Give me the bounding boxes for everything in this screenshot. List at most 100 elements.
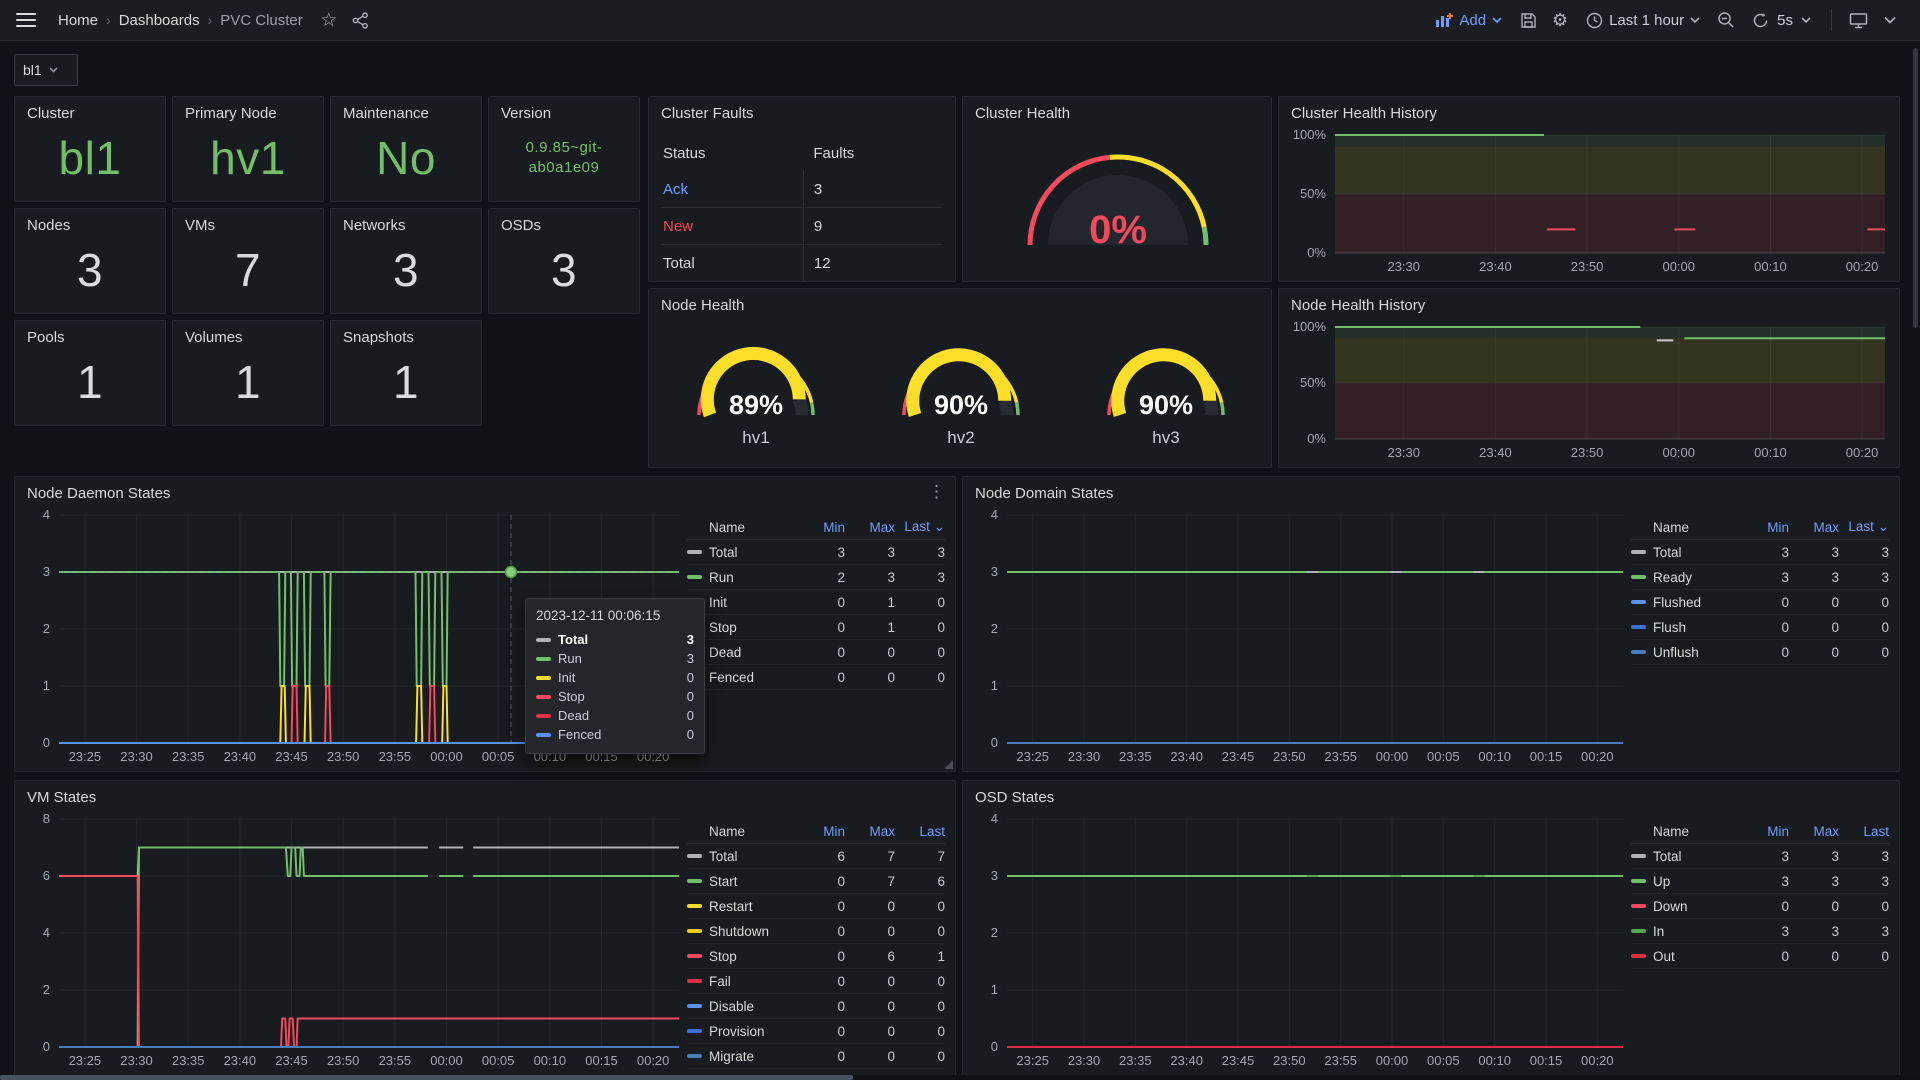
- legend-header-name[interactable]: Name: [687, 520, 795, 535]
- legend-value-last: 0: [895, 1049, 945, 1064]
- panel-menu-icon[interactable]: ⋮: [928, 483, 945, 500]
- legend-row-run[interactable]: Run233: [687, 565, 945, 590]
- monitor-icon[interactable]: [1844, 6, 1872, 34]
- legend-row-total[interactable]: Total333: [687, 540, 945, 565]
- legend-row-out[interactable]: Out000: [1631, 944, 1889, 969]
- node-health-panel: Node Health 89%hv190%hv290%hv3: [648, 288, 1272, 468]
- fault-status-new[interactable]: New: [661, 218, 803, 235]
- horizontal-scrollbar-thumb[interactable]: [0, 1075, 853, 1080]
- svg-text:00:00: 00:00: [1376, 1053, 1409, 1068]
- svg-text:2: 2: [991, 621, 998, 636]
- legend-header-name[interactable]: Name: [1631, 520, 1739, 535]
- legend-row-total[interactable]: Total333: [1631, 844, 1889, 869]
- zoom-out-icon[interactable]: [1712, 6, 1740, 34]
- column-header-status[interactable]: Status: [661, 145, 803, 162]
- panel-title: Node Health: [661, 297, 744, 314]
- legend-row-ready[interactable]: Ready333: [1631, 565, 1889, 590]
- legend-row-total[interactable]: Total333: [1631, 540, 1889, 565]
- time-range-picker[interactable]: Last 1 hour: [1586, 12, 1700, 29]
- chevron-down-icon: [1690, 17, 1700, 23]
- legend-row-fail[interactable]: Fail000: [687, 969, 945, 994]
- gear-icon[interactable]: ⚙: [1546, 6, 1574, 34]
- legend-row-stop[interactable]: Stop061: [687, 944, 945, 969]
- legend-value-max: 0: [1789, 620, 1839, 635]
- legend-row-init[interactable]: Init010: [687, 590, 945, 615]
- legend-header-min[interactable]: Min: [1739, 824, 1789, 839]
- legend-header-last[interactable]: Last ⌄: [895, 519, 945, 535]
- menu-icon[interactable]: [16, 13, 36, 27]
- stat-panel-cluster: Cluster bl1: [14, 96, 166, 202]
- legend-header-max[interactable]: Max: [845, 520, 895, 535]
- tooltip-timestamp: 2023-12-11 00:06:15: [536, 608, 694, 623]
- refresh-control[interactable]: 5s: [1752, 12, 1811, 29]
- legend-row-stop[interactable]: Stop010: [687, 615, 945, 640]
- fault-status-ack[interactable]: Ack: [661, 181, 803, 198]
- svg-text:00:05: 00:05: [1427, 749, 1460, 764]
- legend-row-fenced[interactable]: Fenced000: [687, 665, 945, 690]
- legend-row-dead[interactable]: Dead000: [687, 640, 945, 665]
- svg-text:00:20: 00:20: [1846, 445, 1879, 460]
- legend-row-restart[interactable]: Restart000: [687, 894, 945, 919]
- svg-text:23:55: 23:55: [1324, 749, 1357, 764]
- legend-value-max: 3: [1789, 545, 1839, 560]
- series-color-swatch: [687, 550, 702, 554]
- legend-header-last[interactable]: Last: [1839, 824, 1889, 839]
- star-icon[interactable]: ☆: [315, 6, 343, 34]
- legend-header-max[interactable]: Max: [1789, 520, 1839, 535]
- variable-value: bl1: [23, 62, 42, 78]
- legend-row-flushed[interactable]: Flushed000: [1631, 590, 1889, 615]
- legend-row-up[interactable]: Up333: [1631, 869, 1889, 894]
- legend-header-last[interactable]: Last ⌄: [1839, 519, 1889, 535]
- vertical-scrollbar[interactable]: [1913, 48, 1918, 328]
- horizontal-scrollbar-track[interactable]: [0, 1075, 1920, 1080]
- svg-text:1: 1: [991, 678, 998, 693]
- legend-header-min[interactable]: Min: [795, 520, 845, 535]
- chevron-down-icon[interactable]: [1876, 6, 1904, 34]
- legend-header-min[interactable]: Min: [795, 824, 845, 839]
- breadcrumb-home[interactable]: Home: [58, 12, 98, 29]
- legend-value-min: 0: [795, 899, 845, 914]
- legend-value-last: 3: [1839, 924, 1889, 939]
- svg-text:23:55: 23:55: [379, 1053, 412, 1068]
- legend-row-down[interactable]: Down000: [1631, 894, 1889, 919]
- node_health_history-chart[interactable]: 100%50%0%23:3023:4023:5000:0000:1000:20: [1279, 289, 1899, 467]
- stat-value: hv1: [185, 122, 311, 193]
- legend-header-max[interactable]: Max: [845, 824, 895, 839]
- add-button[interactable]: Add: [1435, 12, 1502, 29]
- legend-row-shutdown[interactable]: Shutdown000: [687, 919, 945, 944]
- legend-row-flush[interactable]: Flush000: [1631, 615, 1889, 640]
- legend-header-last[interactable]: Last: [895, 824, 945, 839]
- legend-header-name[interactable]: Name: [687, 824, 795, 839]
- legend-row-provision[interactable]: Provision000: [687, 1019, 945, 1044]
- legend-header-max[interactable]: Max: [1789, 824, 1839, 839]
- top-nav-actions: Add ⚙ Last 1 hour: [1425, 6, 1920, 34]
- table-row: Ack 3: [661, 171, 943, 207]
- svg-text:23:35: 23:35: [1119, 1053, 1152, 1068]
- legend-row-disable[interactable]: Disable000: [687, 994, 945, 1019]
- node-health-gauges-svg: 89%hv190%hv290%hv3: [649, 289, 1273, 469]
- svg-text:23:30: 23:30: [120, 749, 153, 764]
- legend-row-unflush[interactable]: Unflush000: [1631, 640, 1889, 665]
- breadcrumb-dashboards[interactable]: Dashboards: [119, 12, 200, 29]
- share-icon[interactable]: [347, 6, 375, 34]
- panel-resize-handle[interactable]: [944, 760, 953, 769]
- legend-value-min: 0: [1739, 595, 1789, 610]
- legend-row-migrate[interactable]: Migrate000: [687, 1044, 945, 1069]
- legend-row-in[interactable]: In333: [1631, 919, 1889, 944]
- svg-text:23:30: 23:30: [1387, 445, 1420, 460]
- cluster-variable-dropdown[interactable]: bl1: [14, 54, 78, 86]
- legend-value-max: 0: [845, 999, 895, 1014]
- svg-text:4: 4: [991, 811, 998, 826]
- save-icon[interactable]: [1514, 6, 1542, 34]
- legend-value-min: 0: [795, 595, 845, 610]
- cluster_health_history-chart[interactable]: 100%50%0%23:3023:4023:5000:0000:1000:20: [1279, 97, 1899, 281]
- column-header-faults[interactable]: Faults: [803, 135, 943, 171]
- node-domain-states-panel: Node Domain States 4321023:2523:3023:352…: [962, 476, 1900, 772]
- legend-header-min[interactable]: Min: [1739, 520, 1789, 535]
- add-panel-icon: [1435, 12, 1453, 28]
- legend-row-total[interactable]: Total677: [687, 844, 945, 869]
- svg-text:00:00: 00:00: [430, 1053, 463, 1068]
- legend-header-name[interactable]: Name: [1631, 824, 1739, 839]
- legend-row-start[interactable]: Start076: [687, 869, 945, 894]
- svg-text:50%: 50%: [1300, 375, 1326, 390]
